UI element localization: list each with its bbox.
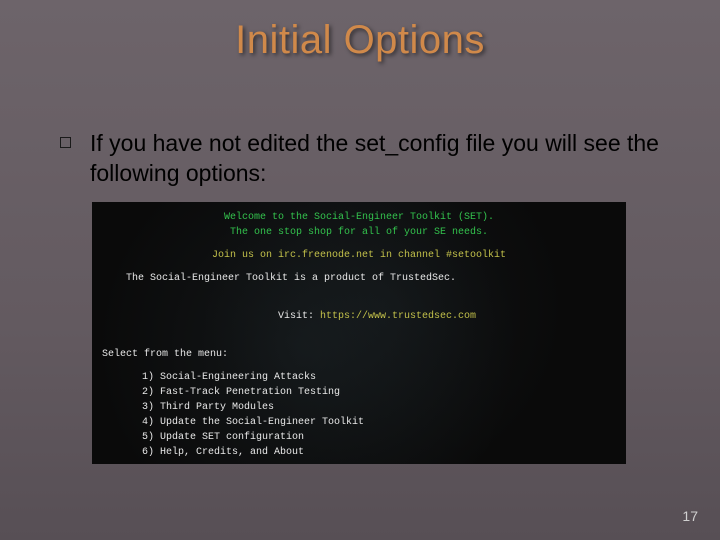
- terminal-visit-url: https://www.trustedsec.com: [320, 311, 476, 322]
- bullet-text: If you have not edited the set_config fi…: [90, 128, 670, 188]
- terminal-visit-label: Visit:: [278, 311, 320, 322]
- terminal-select-label: Select from the menu:: [102, 347, 616, 362]
- terminal-irc: Join us on irc.freenode.net in channel #…: [102, 248, 616, 263]
- page-number: 17: [682, 508, 698, 524]
- menu-item-1: 1) Social-Engineering Attacks: [102, 370, 616, 385]
- terminal-visit: Visit: https://www.trustedsec.com: [102, 294, 616, 339]
- bullet-icon: [60, 137, 71, 148]
- terminal-screenshot: Welcome to the Social-Engineer Toolkit (…: [92, 202, 626, 464]
- slide-title: Initial Options: [0, 18, 720, 63]
- menu-item-6: 6) Help, Credits, and About: [102, 445, 616, 460]
- menu-item-2: 2) Fast-Track Penetration Testing: [102, 385, 616, 400]
- slide: Initial Options If you have not edited t…: [0, 0, 720, 540]
- terminal-welcome-1: Welcome to the Social-Engineer Toolkit (…: [102, 210, 616, 225]
- terminal-welcome-2: The one stop shop for all of your SE nee…: [102, 225, 616, 240]
- bullet-item: If you have not edited the set_config fi…: [60, 128, 670, 188]
- terminal-product: The Social-Engineer Toolkit is a product…: [102, 271, 616, 286]
- menu-item-4: 4) Update the Social-Engineer Toolkit: [102, 415, 616, 430]
- menu-item-5: 5) Update SET configuration: [102, 430, 616, 445]
- menu-item-3: 3) Third Party Modules: [102, 400, 616, 415]
